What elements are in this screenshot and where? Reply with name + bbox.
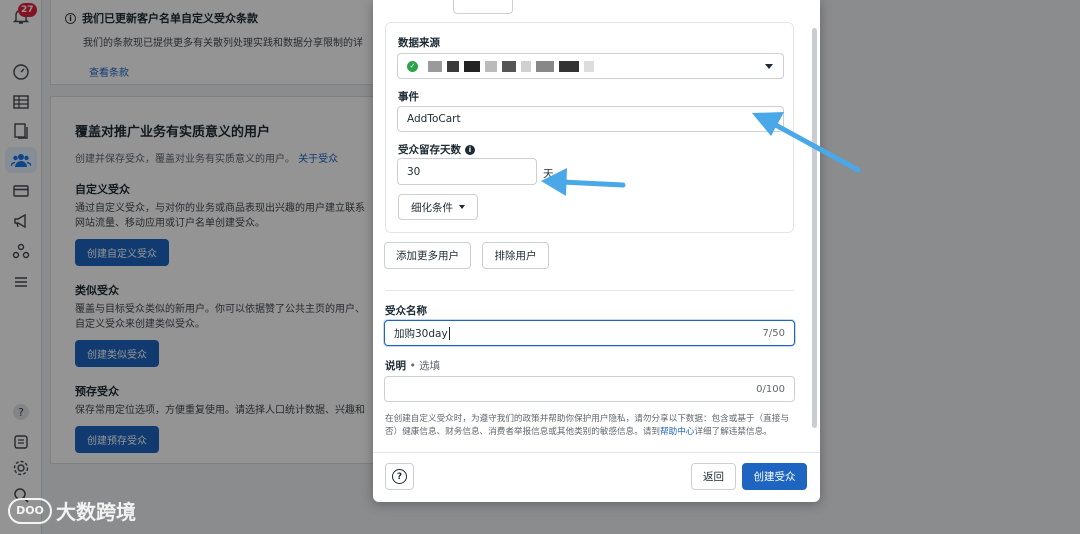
refine-button[interactable]: 细化条件 [398, 194, 478, 220]
privacy-disclaimer: 在创建自定义受众时，为遵守我们的政策并帮助你保护用户隐私，请勿分享以下数据：包含… [385, 414, 789, 437]
audience-name-input[interactable]: 加购30day 7/50 [384, 320, 795, 346]
check-circle-icon: ✓ [407, 60, 418, 72]
exclude-people-button[interactable]: 排除用户 [482, 242, 549, 269]
create-audience-button[interactable]: 创建受众 [742, 463, 807, 490]
question-circle-icon: ? [392, 469, 407, 484]
source-rule-box: 数据来源 ✓ 事件 AddToCart 受众留存天数 i 30 天 细化条件 [385, 22, 794, 233]
collapsed-control-stub[interactable] [453, 0, 513, 14]
retention-days-value: 30 [407, 165, 421, 178]
help-button[interactable]: ? [385, 463, 414, 490]
section-divider [385, 290, 794, 291]
data-source-select[interactable]: ✓ [397, 53, 784, 79]
audience-name-counter: 7/50 [762, 327, 785, 339]
footer-divider [373, 452, 820, 453]
create-audience-dialog: 数据来源 ✓ 事件 AddToCart 受众留存天数 i 30 天 细化条件 添… [373, 0, 820, 502]
retention-days-input[interactable]: 30 [397, 158, 537, 185]
event-value: AddToCart [407, 113, 461, 125]
retention-days-label: 受众留存天数 i [398, 142, 475, 157]
text-cursor [448, 326, 450, 340]
redacted-source-name [428, 60, 599, 72]
back-button[interactable]: 返回 [691, 463, 736, 490]
data-source-label: 数据来源 [398, 37, 440, 49]
dialog-scroll-area: 数据来源 ✓ 事件 AddToCart 受众留存天数 i 30 天 细化条件 添… [373, 0, 820, 452]
caret-down-icon [459, 205, 465, 209]
retention-unit: 天 [543, 168, 554, 180]
event-label: 事件 [398, 91, 419, 103]
chevron-down-icon [765, 64, 773, 69]
dialog-scrollbar[interactable] [812, 28, 817, 428]
watermark: DOO 大数跨境 [8, 496, 136, 525]
add-more-people-button[interactable]: 添加更多用户 [384, 242, 471, 269]
audience-name-label: 受众名称 [385, 305, 427, 317]
watermark-logo: DOO [8, 497, 52, 524]
info-icon[interactable]: i [465, 145, 475, 155]
description-input[interactable]: 0/100 [384, 376, 795, 402]
watermark-text: 大数跨境 [56, 500, 136, 524]
help-center-link[interactable]: 帮助中心 [660, 427, 694, 437]
event-select[interactable]: AddToCart [397, 106, 784, 132]
description-counter: 0/100 [756, 383, 785, 395]
description-label: 说明 • 选填 [385, 360, 441, 372]
audience-name-value: 加购30day [394, 327, 448, 340]
